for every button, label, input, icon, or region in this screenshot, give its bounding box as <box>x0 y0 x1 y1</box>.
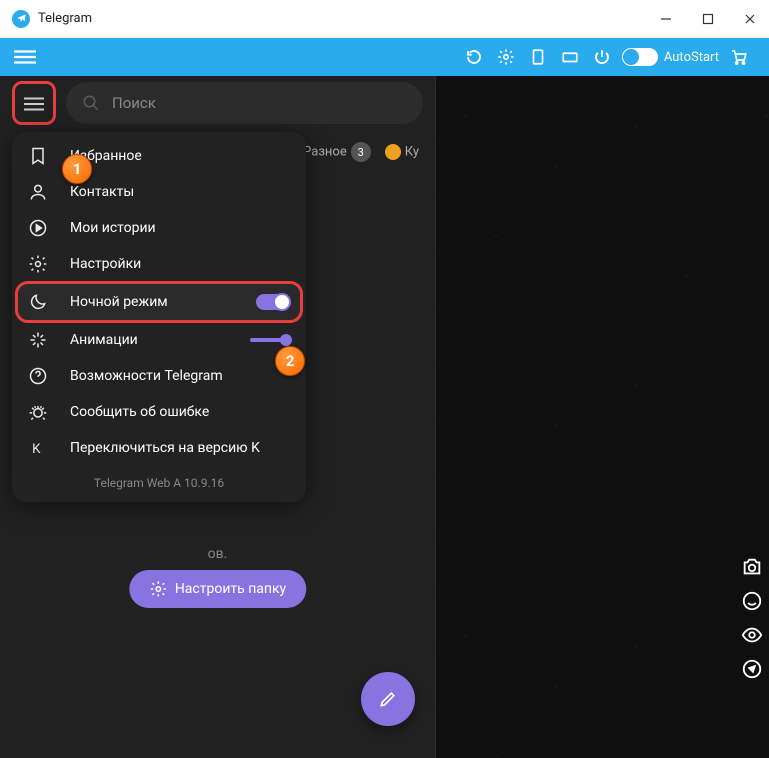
titlebar: Telegram <box>0 0 769 38</box>
menu-contacts[interactable]: Контакты <box>12 174 306 210</box>
setup-folder-button[interactable]: Настроить папку <box>129 570 306 608</box>
menu-label: Мои истории <box>70 220 156 236</box>
menu-label: Ночной режим <box>70 294 168 310</box>
gear-icon <box>28 254 48 274</box>
main-menu: Избранное Контакты Мои истории Настройки… <box>12 132 306 502</box>
menu-label: Переключиться на версию K <box>70 440 260 456</box>
compose-fab[interactable] <box>361 672 415 726</box>
emulator-toolbar: AutoStart <box>0 38 769 76</box>
landscape-icon[interactable] <box>560 47 580 67</box>
night-toggle[interactable] <box>256 294 290 310</box>
minimize-button[interactable] <box>659 12 673 26</box>
power-icon[interactable] <box>592 47 612 67</box>
compass-icon[interactable] <box>741 658 763 680</box>
badge: 3 <box>351 142 371 162</box>
app-area: о Разное3 Ку Избранное Контакты Мои исто… <box>0 76 769 758</box>
sparkle-icon <box>28 330 48 350</box>
setup-label: Настроить папку <box>175 581 286 597</box>
bookmark-icon <box>28 146 48 166</box>
autostart-toggle[interactable] <box>622 48 658 66</box>
hamburger-icon <box>24 96 44 110</box>
close-button[interactable] <box>743 12 757 26</box>
help-icon <box>28 366 48 386</box>
chat-background <box>436 76 769 758</box>
pencil-icon <box>378 689 398 709</box>
cart-icon[interactable] <box>729 47 749 67</box>
menu-label: Настройки <box>70 256 141 272</box>
camera-icon[interactable] <box>741 556 763 578</box>
moon-icon <box>28 292 48 312</box>
menu-animations[interactable]: Анимации <box>12 322 306 358</box>
menu-label: Возможности Telegram <box>70 368 223 384</box>
toolbar-menu-button[interactable] <box>14 49 36 65</box>
menu-saved[interactable]: Избранное <box>12 138 306 174</box>
animations-slider[interactable] <box>250 338 290 342</box>
avatar-icon <box>385 144 401 160</box>
bug-icon <box>28 402 48 422</box>
search-field-wrap[interactable] <box>66 82 423 124</box>
version-label: Telegram Web A 10.9.16 <box>12 466 306 490</box>
menu-night-mode[interactable]: Ночной режим <box>18 284 300 320</box>
folder-tab[interactable]: Ку <box>385 144 419 160</box>
gear-icon <box>149 580 167 598</box>
overlay-tools <box>741 556 763 680</box>
tablet-icon[interactable] <box>528 47 548 67</box>
autostart-label: AutoStart <box>664 50 719 65</box>
menu-label: Сообщить об ошибке <box>70 404 209 420</box>
search-input[interactable] <box>112 94 407 112</box>
search-bar <box>0 76 435 130</box>
annotation-marker-1: 1 <box>62 154 92 184</box>
gear-icon[interactable] <box>496 47 516 67</box>
annotation-marker-2: 2 <box>275 346 305 376</box>
maximize-button[interactable] <box>701 12 715 26</box>
svg-text:K: K <box>32 442 41 457</box>
menu-label: Контакты <box>70 184 134 200</box>
smile-icon[interactable] <box>741 590 763 612</box>
telegram-logo <box>12 10 30 28</box>
search-icon <box>82 94 100 112</box>
main-menu-button[interactable] <box>12 81 56 125</box>
window-title: Telegram <box>38 11 92 26</box>
reload-icon[interactable] <box>464 47 484 67</box>
folder-tab[interactable]: Разное3 <box>303 142 371 162</box>
menu-label: Анимации <box>70 332 138 348</box>
k-icon: K <box>28 438 48 458</box>
eye-icon[interactable] <box>741 624 763 646</box>
menu-switch-k[interactable]: K Переключиться на версию K <box>12 430 306 466</box>
play-circle-icon <box>28 218 48 238</box>
menu-bug[interactable]: Сообщить об ошибке <box>12 394 306 430</box>
empty-hint: ов. <box>0 546 435 562</box>
menu-stories[interactable]: Мои истории <box>12 210 306 246</box>
menu-premium[interactable]: Возможности Telegram <box>12 358 306 394</box>
menu-settings[interactable]: Настройки <box>12 246 306 282</box>
background-pattern <box>436 76 769 758</box>
user-icon <box>28 182 48 202</box>
